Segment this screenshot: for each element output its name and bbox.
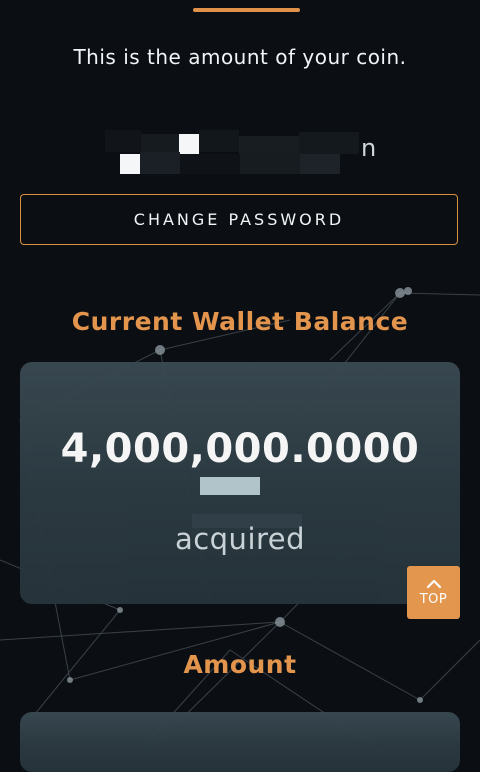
scroll-top-label: TOP [419,591,448,607]
intro-text: This is the amount of your coin. [73,45,407,69]
wallet-balance-value: 4,000,000.0000 [60,426,420,472]
masked-field-suffix: n [361,134,377,162]
change-password-button[interactable]: CHANGE PASSWORD [20,194,458,245]
scroll-top-button[interactable]: TOP [407,566,460,619]
wallet-status-label: acquired [174,522,306,556]
amount-title: Amount [183,650,297,679]
wallet-balance-title: Current Wallet Balance [71,307,409,336]
chevron-up-icon [426,579,441,588]
masked-currency [200,477,260,495]
top-accent-bar [193,8,300,12]
wallet-balance-card: 4,000,000.0000 acquired [20,362,460,604]
masked-account-field: n [105,130,385,178]
amount-card [20,712,460,772]
